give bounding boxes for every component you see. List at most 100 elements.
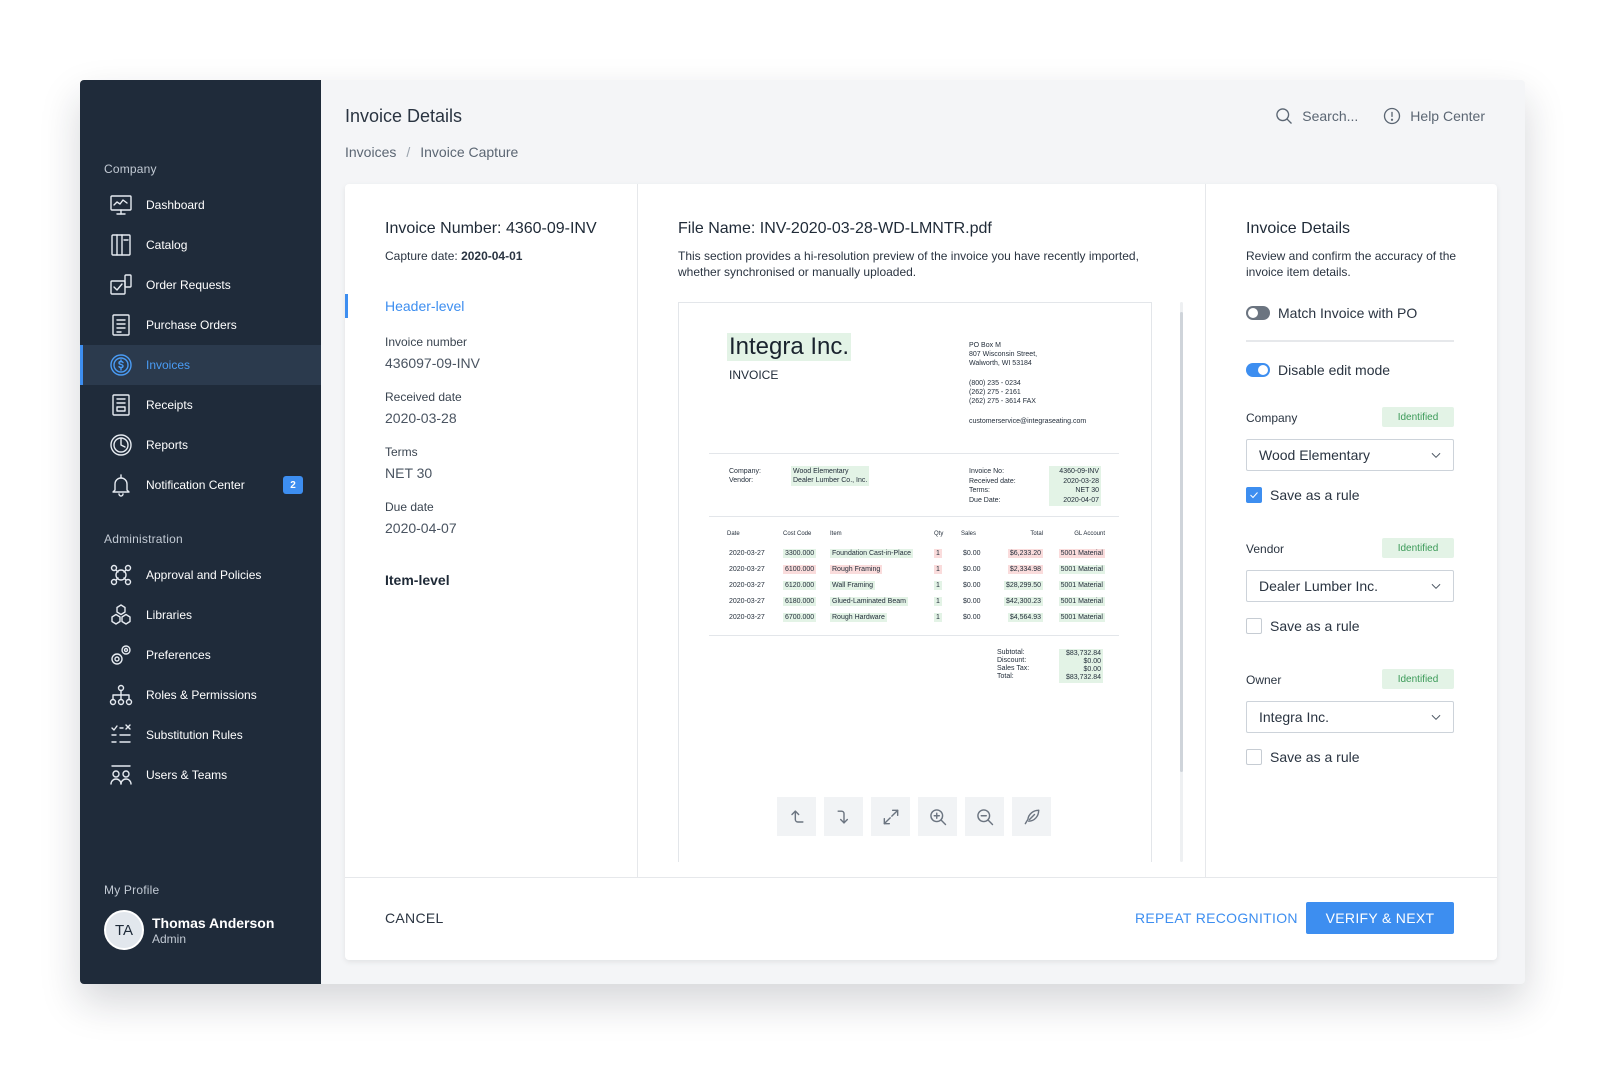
match-po-toggle[interactable]: Match Invoice with PO [1246, 305, 1417, 321]
doc-meta-label: Vendor: [729, 477, 754, 484]
doc-cell-item-text: Rough Hardware [830, 612, 887, 622]
sidebar-item-notification-center[interactable]: Notification Center 2 [80, 465, 321, 505]
doc-cell-date: 2020-03-27 [727, 561, 783, 577]
sidebar-item-users-teams[interactable]: Users & Teams [80, 755, 321, 795]
repeat-recognition-button[interactable]: REPEAT RECOGNITION [1135, 910, 1298, 926]
rotate-right-icon [836, 809, 848, 824]
zoom-in-icon [929, 808, 946, 825]
sidebar-item-receipts[interactable]: Receipts [80, 385, 321, 425]
doc-cell-date-text: 2020-03-27 [729, 613, 765, 621]
vendor-status-badge: Identified [1382, 538, 1454, 558]
doc-total-label: Total: [997, 673, 1014, 680]
invoice-details-panel: Invoice Details Review and confirm the a… [1206, 184, 1497, 877]
doc-cell-qty-text: 1 [934, 564, 942, 574]
sidebar-item-catalog[interactable]: Catalog [80, 225, 321, 265]
owner-save-rule[interactable]: Save as a rule [1246, 749, 1360, 765]
rotate-left-button[interactable] [777, 797, 816, 836]
toggle-switch-off[interactable] [1246, 306, 1270, 320]
sidebar-item-substitution-rules[interactable]: Substitution Rules [80, 715, 321, 755]
field-value: 436097-09-INV [385, 355, 480, 371]
doc-cell-qty: 1 [934, 577, 961, 593]
sidebar: Company Dashboard Catalog Order Requests… [80, 80, 321, 984]
doc-cell-total-text: $6,233.20 [1007, 548, 1043, 558]
file-name: File Name: INV-2020-03-28-WD-LMNTR.pdf [678, 220, 992, 237]
field-value: 2020-04-07 [385, 520, 457, 536]
company-nav: Dashboard Catalog Order Requests Purchas… [80, 185, 321, 505]
help-center-button[interactable]: Help Center [1382, 106, 1485, 126]
field-value: 2020-03-28 [385, 410, 457, 426]
doc-cell-qty-text: 1 [934, 548, 942, 558]
toggle-switch-on[interactable] [1246, 363, 1270, 377]
vendor-select[interactable]: Dealer Lumber Inc. [1246, 570, 1454, 602]
doc-address-line: Walworth, WI 53184 [969, 360, 1032, 367]
doc-total-value: $83,732.84 [1065, 674, 1101, 681]
invoices-icon [108, 352, 134, 378]
disable-edit-label: Disable edit mode [1278, 362, 1391, 378]
sidebar-item-dashboard[interactable]: Dashboard [80, 185, 321, 225]
sidebar-item-libraries[interactable]: Libraries [80, 595, 321, 635]
doc-cell-total: $28,299.50 [991, 577, 1047, 593]
doc-meta-label: Terms: [969, 487, 990, 494]
annotate-button[interactable] [1012, 797, 1051, 836]
user-profile[interactable]: TA Thomas Anderson Admin [104, 910, 274, 950]
zoom-in-button[interactable] [918, 797, 957, 836]
doc-total-value: $0.00 [1083, 666, 1101, 673]
rotate-right-button[interactable] [824, 797, 863, 836]
doc-col-header: Cost Code [783, 531, 812, 537]
table-row: 2020-03-27 6100.000 Rough Framing 1 $0.00 $2,… [727, 561, 1105, 577]
doc-cell-sales: $0.00 [961, 561, 991, 577]
company-select[interactable]: Wood Elementary [1246, 439, 1454, 471]
preview-toolbar [777, 797, 1051, 836]
zoom-out-button[interactable] [965, 797, 1004, 836]
sidebar-section-company: Company [104, 162, 157, 176]
doc-cell-item: Foundation Cast-in-Place [830, 545, 934, 561]
toggle-knob [1248, 308, 1258, 318]
verify-next-button[interactable]: VERIFY & NEXT [1306, 902, 1454, 934]
owner-status-badge: Identified [1382, 669, 1454, 689]
doc-cell-date: 2020-03-27 [727, 609, 783, 625]
doc-cell-gl-account: 5001 Material [1047, 545, 1105, 561]
disable-edit-toggle[interactable]: Disable edit mode [1246, 362, 1390, 378]
save-rule-label: Save as a rule [1270, 618, 1360, 634]
vendor-save-rule[interactable]: Save as a rule [1246, 618, 1360, 634]
table-row: 2020-03-27 6180.000 Glued-Laminated Beam 1 $… [727, 593, 1105, 609]
checkbox-checked[interactable] [1246, 487, 1262, 503]
breadcrumb-invoices[interactable]: Invoices [345, 144, 396, 160]
doc-col-header: Qty [934, 531, 944, 537]
invoice-document-preview[interactable]: Integra Inc. INVOICE PO Box M 807 Wiscon… [678, 302, 1152, 862]
sidebar-item-purchase-orders[interactable]: Purchase Orders [80, 305, 321, 345]
sidebar-item-label: Approval and Policies [146, 568, 262, 582]
checkbox-unchecked[interactable] [1246, 618, 1262, 634]
doc-cell-total-text: $4,564.93 [1007, 612, 1043, 622]
sidebar-item-preferences[interactable]: Preferences [80, 635, 321, 675]
preview-scrollbar-thumb[interactable] [1180, 312, 1183, 772]
expand-button[interactable] [871, 797, 910, 836]
receipts-icon [108, 392, 134, 418]
breadcrumb: Invoices / Invoice Capture [345, 144, 518, 160]
sidebar-item-label: Invoices [146, 358, 191, 372]
checkbox-unchecked[interactable] [1246, 749, 1262, 765]
doc-cell-item-text: Foundation Cast-in-Place [830, 548, 913, 558]
top-actions: Search... Help Center [1274, 106, 1485, 126]
sidebar-item-approval-policies[interactable]: Approval and Policies [80, 555, 321, 595]
doc-cell-cost-code: 6180.000 [783, 593, 830, 609]
doc-cell-date-text: 2020-03-27 [729, 581, 765, 589]
doc-meta-left-labels: Company: Vendor: [729, 467, 761, 485]
sidebar-item-order-requests[interactable]: Order Requests [80, 265, 321, 305]
sidebar-item-reports[interactable]: Reports [80, 425, 321, 465]
item-level-tab[interactable]: Item-level [385, 572, 450, 588]
header-level-tab[interactable]: Header-level [345, 294, 638, 318]
company-save-rule[interactable]: Save as a rule [1246, 487, 1360, 503]
checklist-icon [108, 722, 134, 748]
search-button[interactable]: Search... [1274, 106, 1358, 126]
doc-cell-date-text: 2020-03-27 [729, 565, 765, 573]
sidebar-item-roles-permissions[interactable]: Roles & Permissions [80, 675, 321, 715]
doc-address-block: PO Box M 807 Wisconsin Street, Walworth,… [969, 341, 1086, 426]
sidebar-item-invoices[interactable]: Invoices [80, 345, 321, 385]
doc-cell-total: $4,564.93 [991, 609, 1047, 625]
owner-select[interactable]: Integra Inc. [1246, 701, 1454, 733]
cancel-button[interactable]: CANCEL [385, 910, 444, 926]
sidebar-item-label: Order Requests [146, 278, 231, 292]
reports-icon [108, 432, 134, 458]
chevron-down-icon [1431, 714, 1441, 720]
